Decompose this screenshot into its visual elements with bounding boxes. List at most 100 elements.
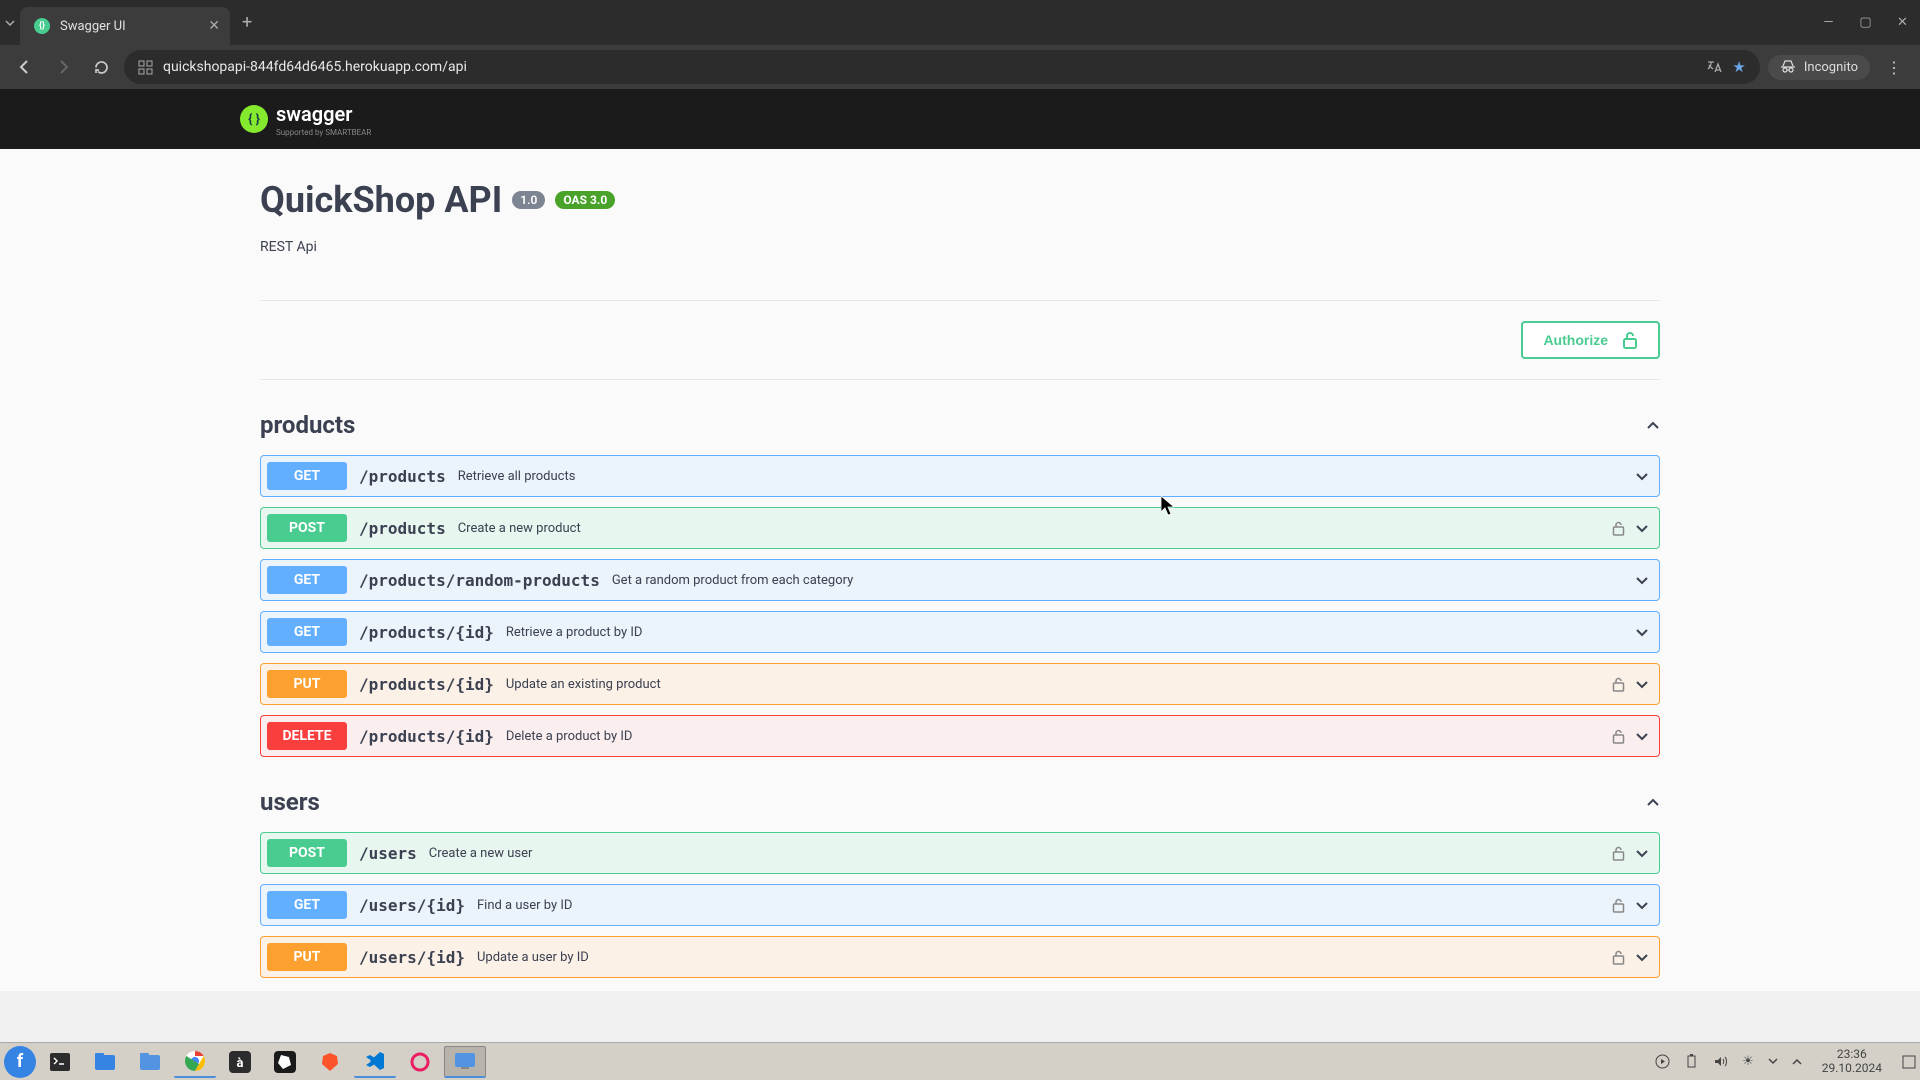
swagger-logo: { } swagger Supported by SMARTBEAR (240, 102, 371, 137)
os-taskbar: f à ☀ 23:36 29.10.2024 (0, 1042, 1920, 1080)
endpoint-path: /products (359, 467, 446, 486)
incognito-indicator[interactable]: Incognito (1768, 55, 1870, 80)
incognito-icon (1780, 60, 1796, 74)
new-tab-button[interactable]: + (242, 12, 252, 33)
tab-list-dropdown[interactable] (0, 0, 20, 45)
start-button[interactable]: f (4, 1046, 36, 1078)
svg-text:à: à (237, 1056, 244, 1071)
reload-button[interactable] (86, 52, 116, 82)
endpoint-summary: Retrieve a product by ID (506, 625, 643, 640)
lock-icon[interactable] (1612, 898, 1625, 913)
lock-icon[interactable] (1612, 521, 1625, 536)
chevron-down-icon (1635, 953, 1649, 962)
http-method-badge: GET (267, 891, 347, 919)
browser-titlebar: {} Swagger UI ✕ + — ▢ ✕ (0, 0, 1920, 45)
lock-icon[interactable] (1612, 846, 1625, 861)
operation-get-users--id-[interactable]: GET/users/{id}Find a user by ID (260, 884, 1660, 926)
taskbar-app-anki[interactable]: à (219, 1046, 261, 1078)
tag-header-users[interactable]: users (260, 782, 1660, 822)
operation-get-products[interactable]: GET/products Retrieve all products (260, 455, 1660, 497)
endpoint-summary: Retrieve all products (458, 469, 576, 484)
swagger-logo-icon: { } (240, 105, 268, 133)
chevron-down-icon (1635, 680, 1649, 689)
chevron-down-icon (1635, 732, 1649, 741)
api-info: QuickShop API 1.0 OAS 3.0 REST Api (260, 149, 1660, 275)
clock-time: 23:36 (1822, 1048, 1882, 1062)
endpoint-summary: Create a new user (429, 846, 533, 861)
operation-delete-products--id-[interactable]: DELETE/products/{id} Delete a product by … (260, 715, 1660, 757)
tray-volume-icon[interactable] (1713, 1054, 1728, 1069)
endpoint-path: /users (359, 844, 417, 863)
window-minimize-button[interactable]: — (1811, 8, 1846, 38)
endpoint-summary: Update an existing product (506, 677, 661, 692)
translate-icon[interactable] (1706, 59, 1722, 75)
site-settings-icon[interactable] (138, 60, 153, 75)
endpoint-path: /products/{id} (359, 727, 494, 746)
endpoint-path: /products (359, 519, 446, 538)
system-tray: ☀ 23:36 29.10.2024 (1655, 1048, 1916, 1076)
taskbar-app-chrome[interactable] (174, 1046, 216, 1078)
browser-toolbar: quickshopapi-844fd64d6465.herokuapp.com/… (0, 45, 1920, 89)
operation-put-users--id-[interactable]: PUT/users/{id}Update a user by ID (260, 936, 1660, 978)
chevron-down-icon (1635, 524, 1649, 533)
swagger-topbar: { } swagger Supported by SMARTBEAR (0, 89, 1920, 149)
http-method-badge: PUT (267, 943, 347, 971)
lock-icon[interactable] (1612, 729, 1625, 744)
endpoint-summary: Create a new product (458, 521, 581, 536)
tag-name: users (260, 788, 320, 816)
tray-desktop-icon[interactable] (1902, 1055, 1916, 1069)
bookmark-icon[interactable]: ★ (1732, 58, 1745, 76)
operation-get-products-random-products[interactable]: GET/products/random-productsGet a random… (260, 559, 1660, 601)
window-maximize-button[interactable]: ▢ (1848, 8, 1883, 38)
taskbar-app-files-2[interactable] (129, 1046, 171, 1078)
back-button[interactable] (10, 52, 40, 82)
tray-media-icon[interactable] (1655, 1054, 1670, 1069)
tag-header-products[interactable]: products (260, 405, 1660, 445)
incognito-label: Incognito (1804, 60, 1858, 75)
browser-menu-button[interactable]: ⋮ (1878, 58, 1910, 77)
address-bar[interactable]: quickshopapi-844fd64d6465.herokuapp.com/… (124, 50, 1760, 84)
chevron-down-icon (1635, 849, 1649, 858)
tag-section-users: usersPOST/usersCreate a new userGET/user… (260, 782, 1660, 978)
tray-battery-icon[interactable] (1684, 1054, 1699, 1069)
tab-close-button[interactable]: ✕ (208, 18, 220, 34)
browser-tab[interactable]: {} Swagger UI ✕ (20, 7, 230, 45)
operation-put-products--id-[interactable]: PUT/products/{id}Update an existing prod… (260, 663, 1660, 705)
tray-brightness-icon[interactable]: ☀ (1742, 1054, 1754, 1069)
taskbar-app-terminal[interactable] (39, 1046, 81, 1078)
api-title: QuickShop API (260, 179, 502, 221)
http-method-badge: DELETE (267, 722, 347, 750)
endpoint-path: /products/random-products (359, 571, 600, 590)
tray-chevron-up-icon[interactable] (1792, 1058, 1802, 1065)
oas-badge: OAS 3.0 (555, 191, 615, 209)
taskbar-app-vscode[interactable] (354, 1046, 396, 1078)
endpoint-summary: Delete a product by ID (506, 729, 633, 744)
http-method-badge: PUT (267, 670, 347, 698)
http-method-badge: GET (267, 462, 347, 490)
chevron-down-icon (1635, 628, 1649, 637)
page-content: { } swagger Supported by SMARTBEAR Quick… (0, 89, 1920, 991)
tag-section-products: products GET/products Retrieve all product… (260, 405, 1660, 757)
clock-date: 29.10.2024 (1822, 1062, 1882, 1076)
operation-get-products--id-[interactable]: GET/products/{id}Retrieve a product by I… (260, 611, 1660, 653)
lock-icon[interactable] (1612, 950, 1625, 965)
taskbar-app-circle[interactable] (399, 1046, 441, 1078)
taskbar-app-obsidian[interactable] (264, 1046, 306, 1078)
chevron-up-icon (1646, 421, 1660, 430)
endpoint-summary: Get a random product from each category (612, 573, 853, 588)
window-close-button[interactable]: ✕ (1885, 8, 1920, 38)
api-description: REST Api (260, 239, 1660, 255)
authorize-label: Authorize (1543, 332, 1608, 348)
operation-post-users[interactable]: POST/usersCreate a new user (260, 832, 1660, 874)
taskbar-app-brave[interactable] (309, 1046, 351, 1078)
operation-post-products[interactable]: POST/productsCreate a new product (260, 507, 1660, 549)
taskbar-app-files-1[interactable] (84, 1046, 126, 1078)
authorize-button[interactable]: Authorize (1521, 321, 1660, 359)
lock-icon[interactable] (1612, 677, 1625, 692)
tray-chevron-down-icon[interactable] (1768, 1058, 1778, 1065)
taskbar-app-screenshot[interactable] (444, 1046, 486, 1078)
system-clock[interactable]: 23:36 29.10.2024 (1822, 1048, 1882, 1076)
chevron-down-icon (1635, 576, 1649, 585)
forward-button[interactable] (48, 52, 78, 82)
chevron-down-icon (1635, 472, 1649, 481)
